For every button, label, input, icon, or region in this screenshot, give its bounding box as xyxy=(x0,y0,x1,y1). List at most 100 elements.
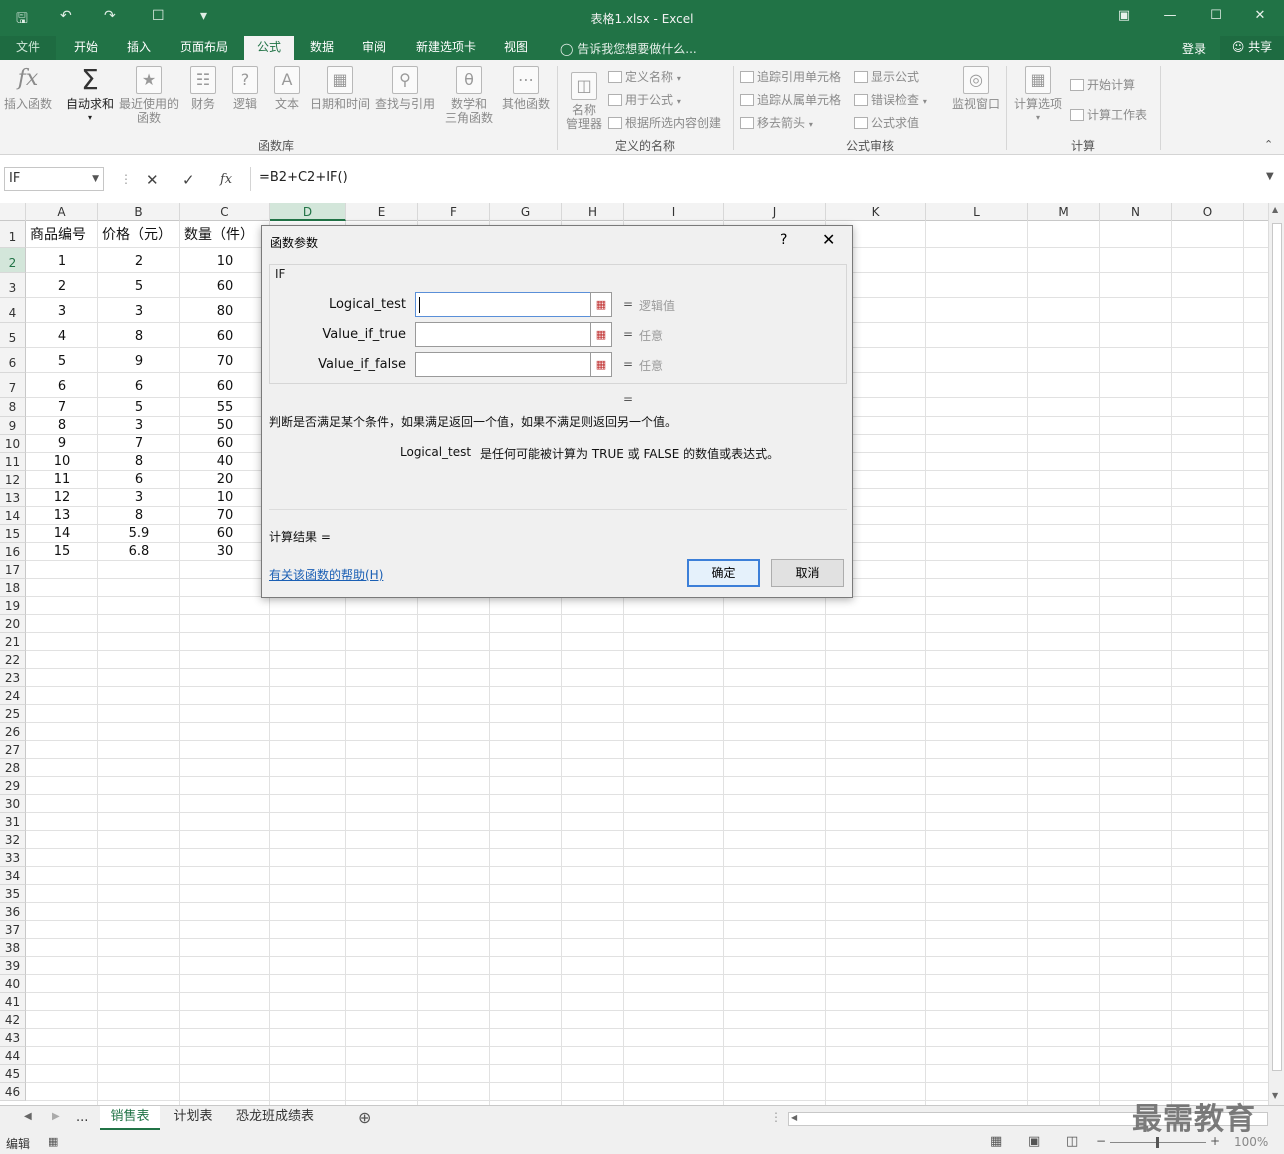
zoom-slider-thumb[interactable] xyxy=(1156,1137,1159,1148)
collapse-dialog-icon[interactable]: ▦ xyxy=(590,322,612,347)
close-icon[interactable]: ✕ xyxy=(1250,8,1270,23)
maximize-icon[interactable]: ☐ xyxy=(1206,8,1226,23)
row-header[interactable]: 9 xyxy=(0,417,26,435)
create-from-selection-button[interactable]: 根据所选内容创建 xyxy=(608,114,721,131)
ribbon-options-icon[interactable]: ▣ xyxy=(1114,8,1134,23)
table-cell[interactable]: 2 xyxy=(98,248,180,273)
insert-function-button[interactable]: fx 插入函数 xyxy=(2,66,54,111)
name-box[interactable]: IF ▼ xyxy=(4,167,104,191)
datetime-button[interactable]: ▦ 日期和时间 xyxy=(308,66,372,111)
value-if-true-input[interactable] xyxy=(415,322,591,347)
tab-page-layout[interactable]: 页面布局 xyxy=(168,36,240,60)
cancel-icon[interactable]: ✕ xyxy=(146,171,159,189)
fx-insert-icon[interactable]: fx xyxy=(220,172,232,187)
table-cell[interactable]: 5 xyxy=(98,398,180,417)
table-cell[interactable]: 5 xyxy=(98,273,180,298)
table-cell[interactable]: 10 xyxy=(180,248,270,273)
more-functions-button[interactable]: ⋯ 其他函数 xyxy=(500,66,552,111)
tab-home[interactable]: 开始 xyxy=(60,36,112,60)
row-header[interactable]: 44 xyxy=(0,1047,26,1065)
login-link[interactable]: 登录 xyxy=(1182,40,1206,57)
row-header[interactable]: 24 xyxy=(0,687,26,705)
row-header[interactable]: 15 xyxy=(0,525,26,543)
table-cell[interactable]: 3 xyxy=(98,417,180,435)
row-header[interactable]: 6 xyxy=(0,348,26,373)
tell-me-search[interactable]: ◯ 告诉我您想要做什么... xyxy=(560,40,697,57)
table-cell[interactable]: 8 xyxy=(98,453,180,471)
calc-options-button[interactable]: ▦ 计算选项 ▾ xyxy=(1012,66,1064,125)
financial-button[interactable]: ☷ 财务 xyxy=(186,66,220,111)
expand-formula-icon[interactable]: ▼ xyxy=(1266,171,1274,182)
row-header[interactable]: 8 xyxy=(0,398,26,417)
row-header[interactable]: 28 xyxy=(0,759,26,777)
table-cell[interactable]: 7 xyxy=(26,398,98,417)
table-cell[interactable]: 13 xyxy=(26,507,98,525)
scroll-thumb[interactable] xyxy=(1272,223,1282,1071)
page-break-view-icon[interactable]: ◫ xyxy=(1066,1134,1078,1149)
column-header-g[interactable]: G xyxy=(490,203,562,221)
row-header[interactable]: 1 xyxy=(0,221,26,248)
help-icon[interactable]: ? xyxy=(780,232,787,248)
table-cell[interactable]: 55 xyxy=(180,398,270,417)
column-header-a[interactable]: A xyxy=(26,203,98,221)
row-header[interactable]: 45 xyxy=(0,1065,26,1083)
column-header-c[interactable]: C xyxy=(180,203,270,221)
error-checking-button[interactable]: 错误检查 ▾ xyxy=(854,91,927,108)
tab-insert[interactable]: 插入 xyxy=(114,36,164,60)
table-cell[interactable]: 9 xyxy=(98,348,180,373)
table-cell[interactable]: 15 xyxy=(26,543,98,561)
autosum-button[interactable]: Σ 自动求和 ▾ xyxy=(62,66,118,125)
column-header-o[interactable]: O xyxy=(1172,203,1244,221)
row-header[interactable]: 30 xyxy=(0,795,26,813)
value-if-false-input[interactable] xyxy=(415,352,591,377)
remove-arrows-button[interactable]: 移去箭头 ▾ xyxy=(740,114,813,131)
row-header[interactable]: 39 xyxy=(0,957,26,975)
sheet-tab-sales[interactable]: 销售表 xyxy=(100,1106,160,1130)
column-header-d[interactable]: D xyxy=(270,203,346,221)
enter-check-icon[interactable]: ✓ xyxy=(182,171,195,189)
recent-functions-button[interactable]: ★ 最近使用的 函数 xyxy=(118,66,180,125)
table-cell[interactable]: 80 xyxy=(180,298,270,323)
tab-view[interactable]: 视图 xyxy=(492,36,540,60)
column-header-h[interactable]: H xyxy=(562,203,624,221)
table-cell[interactable]: 3 xyxy=(98,489,180,507)
sheet-tab-scores[interactable]: 恐龙班成绩表 xyxy=(226,1106,324,1130)
table-cell[interactable]: 40 xyxy=(180,453,270,471)
column-header-b[interactable]: B xyxy=(98,203,180,221)
row-header[interactable]: 36 xyxy=(0,903,26,921)
formula-input[interactable]: =B2+C2+IF() xyxy=(250,167,1280,191)
row-header[interactable]: 26 xyxy=(0,723,26,741)
row-header[interactable]: 40 xyxy=(0,975,26,993)
table-cell[interactable]: 4 xyxy=(26,323,98,348)
trace-precedents-button[interactable]: 追踪引用单元格 xyxy=(740,68,841,85)
row-header[interactable]: 23 xyxy=(0,669,26,687)
tab-data[interactable]: 数据 xyxy=(298,36,346,60)
table-cell[interactable]: 8 xyxy=(26,417,98,435)
zoom-out-icon[interactable]: − xyxy=(1096,1134,1106,1148)
row-header[interactable]: 12 xyxy=(0,471,26,489)
column-header-j[interactable]: J xyxy=(724,203,826,221)
share-button[interactable]: ☺ 共享 xyxy=(1220,36,1284,60)
table-cell[interactable]: 20 xyxy=(180,471,270,489)
text-button[interactable]: A 文本 xyxy=(270,66,304,111)
name-manager-button[interactable]: ◫ 名称 管理器 xyxy=(562,72,606,131)
table-cell[interactable]: 3 xyxy=(98,298,180,323)
table-cell[interactable]: 7 xyxy=(98,435,180,453)
column-header-k[interactable]: K xyxy=(826,203,926,221)
table-cell[interactable]: 60 xyxy=(180,525,270,543)
table-cell[interactable]: 60 xyxy=(180,435,270,453)
collapse-dialog-icon[interactable]: ▦ xyxy=(590,292,612,317)
row-header[interactable]: 35 xyxy=(0,885,26,903)
row-header[interactable]: 27 xyxy=(0,741,26,759)
table-cell[interactable]: 11 xyxy=(26,471,98,489)
row-header[interactable]: 46 xyxy=(0,1083,26,1101)
use-in-formula-button[interactable]: 用于公式 ▾ xyxy=(608,91,681,108)
row-header[interactable]: 21 xyxy=(0,633,26,651)
table-cell[interactable]: 10 xyxy=(180,489,270,507)
row-header[interactable]: 19 xyxy=(0,597,26,615)
row-header[interactable]: 3 xyxy=(0,273,26,298)
cancel-button[interactable]: 取消 xyxy=(771,559,844,587)
row-header[interactable]: 34 xyxy=(0,867,26,885)
row-header[interactable]: 10 xyxy=(0,435,26,453)
table-cell[interactable]: 60 xyxy=(180,323,270,348)
